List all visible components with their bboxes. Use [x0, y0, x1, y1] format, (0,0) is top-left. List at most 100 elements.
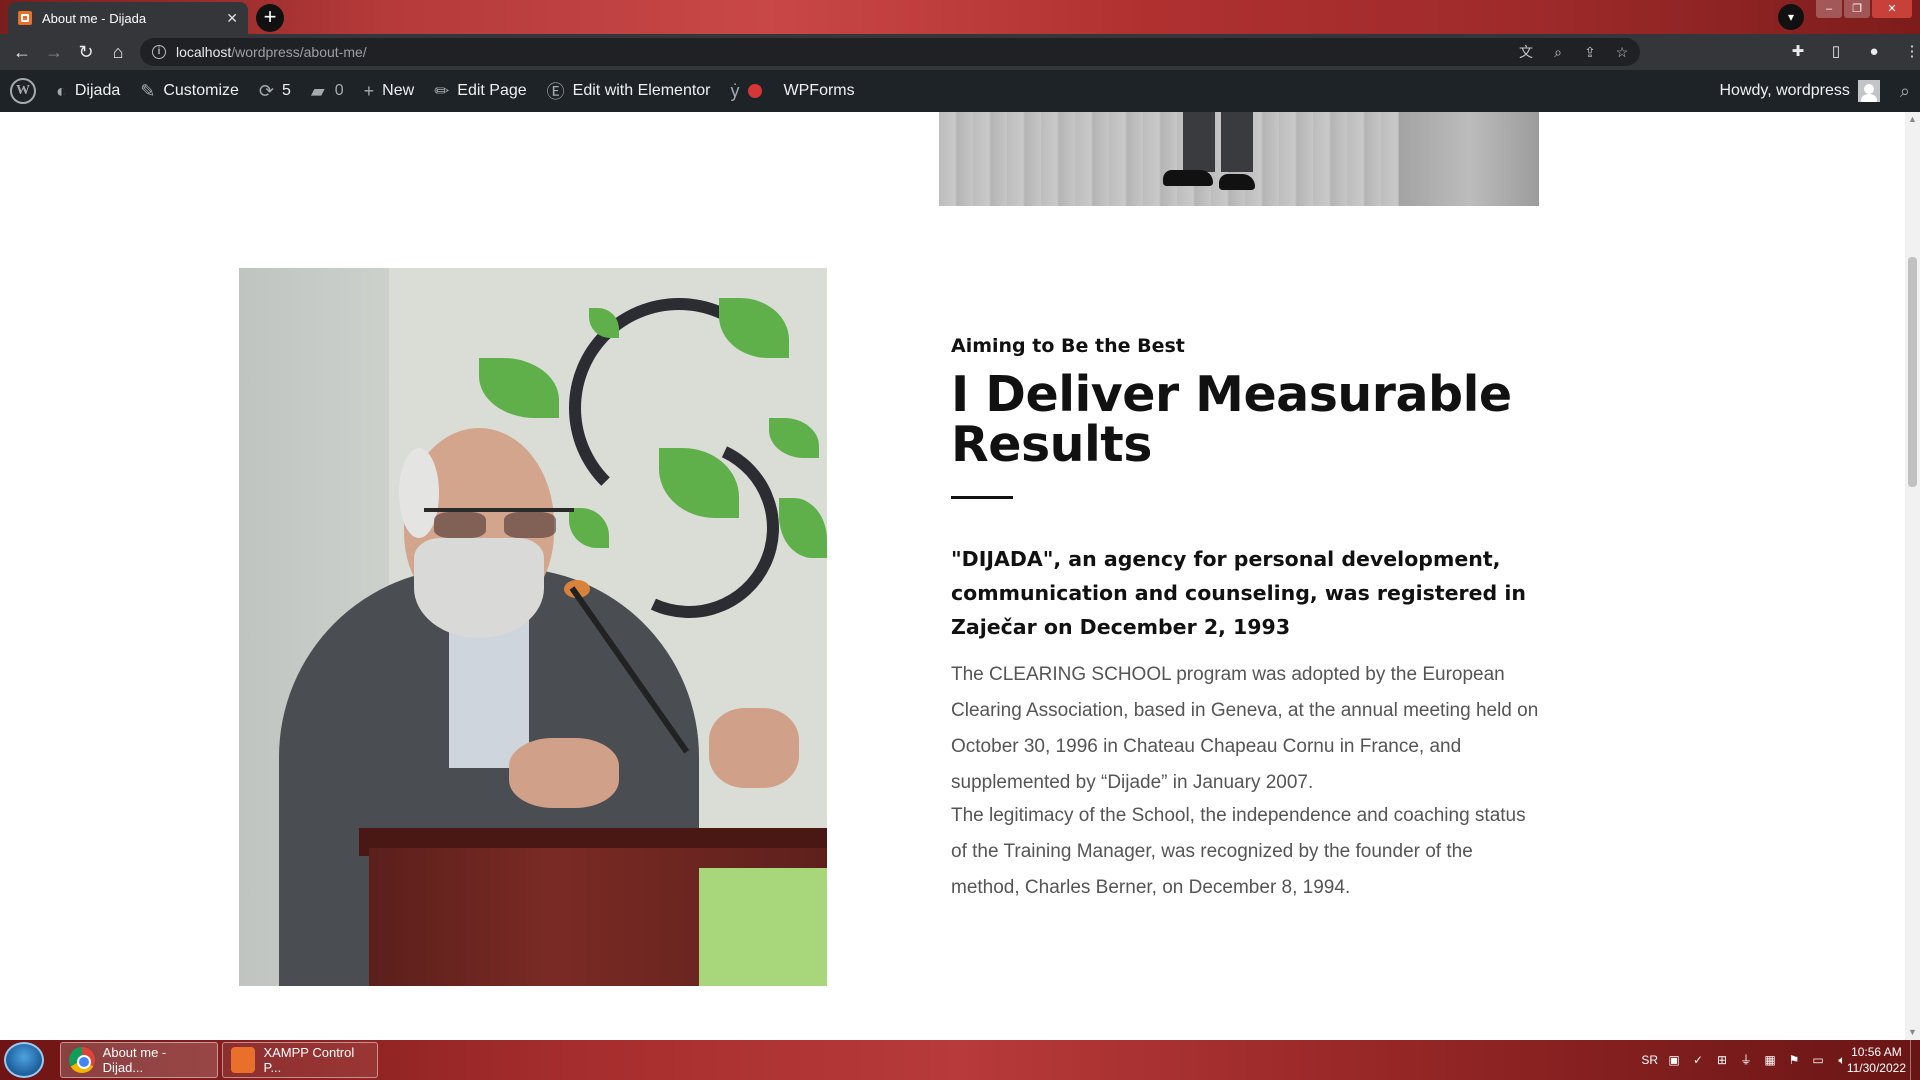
- start-button[interactable]: [4, 1042, 44, 1078]
- side-panel-icon[interactable]: ▯: [1824, 40, 1848, 64]
- scroll-down-icon[interactable]: ▼: [1905, 1025, 1920, 1040]
- photo-hand-right: [709, 708, 799, 788]
- photo-leg-left: [1183, 112, 1215, 172]
- new-tab-button[interactable]: +: [256, 4, 284, 32]
- scroll-up-icon[interactable]: ▲: [1905, 112, 1920, 127]
- browser-toolbar: ← → ↻ ⌂ i localhost /wordpress/about-me/…: [0, 34, 1920, 70]
- minimize-icon[interactable]: –: [1816, 0, 1842, 18]
- shield-tray-icon[interactable]: ✓: [1690, 1052, 1706, 1068]
- profile-icon[interactable]: ●: [1862, 40, 1886, 64]
- home-icon[interactable]: ⌂: [106, 40, 130, 64]
- wp-admin-bar: W ◐ Dijada ✎ Customize ⟳ 5 ▰ 0 + New ✏ E…: [0, 70, 1920, 112]
- xampp-favicon-icon: [18, 11, 32, 25]
- photo-beard: [414, 538, 544, 638]
- taskbar-clock[interactable]: 10:56 AM 11/30/2022: [1847, 1044, 1906, 1076]
- bookmark-star-icon[interactable]: ☆: [1612, 42, 1632, 62]
- network-tray-icon[interactable]: ⊞: [1714, 1052, 1730, 1068]
- share-icon[interactable]: ⇪: [1580, 42, 1600, 62]
- edit-elementor-link[interactable]: Ⓔ Edit with Elementor: [537, 70, 721, 112]
- site-info-icon[interactable]: i: [152, 45, 166, 59]
- seo-status-dot: [747, 84, 762, 98]
- page-viewport: Aiming to Be the Best I Deliver Measurab…: [0, 112, 1905, 1040]
- customize-link[interactable]: ✎ Customize: [130, 70, 249, 112]
- previous-section-photo: [939, 112, 1539, 206]
- account-menu[interactable]: Howdy, wordpress: [1709, 70, 1889, 112]
- edit-page-link[interactable]: ✏ Edit Page: [424, 70, 536, 112]
- show-desktop-button[interactable]: [1910, 1040, 1920, 1080]
- usb-tray-icon[interactable]: ⏚: [1738, 1052, 1754, 1068]
- yoast-icon: ẏ: [730, 80, 740, 101]
- plus-icon: +: [363, 80, 375, 101]
- scroll-thumb[interactable]: [1908, 257, 1917, 487]
- browser-tab-active[interactable]: About me - Dijada ✕: [8, 2, 248, 34]
- restore-icon[interactable]: ❐: [1844, 0, 1870, 18]
- refresh-icon: ⟳: [258, 80, 274, 101]
- photo-green-panel: [699, 868, 827, 986]
- photo-hand-left: [509, 738, 619, 808]
- new-label: New: [382, 82, 415, 99]
- wordpress-logo-icon: W: [10, 78, 36, 104]
- wpforms-label: WPForms: [783, 82, 855, 99]
- edit-page-label: Edit Page: [457, 82, 527, 99]
- photo-lens-right: [504, 512, 556, 538]
- admin-search[interactable]: ⌕: [1890, 70, 1920, 112]
- taskbar-xampp-button[interactable]: XAMPP Control P...: [222, 1042, 378, 1078]
- display-tray-icon[interactable]: ▦: [1762, 1052, 1778, 1068]
- xampp-icon: [231, 1047, 256, 1073]
- section-eyebrow: Aiming to Be the Best: [951, 335, 1185, 357]
- brush-icon: ✎: [140, 80, 156, 101]
- comment-icon: ▰: [310, 80, 325, 101]
- xampp-tray-icon[interactable]: ▣: [1666, 1052, 1682, 1068]
- heading-divider: [951, 496, 1013, 499]
- taskbar-xampp-label: XAMPP Control P...: [263, 1045, 355, 1075]
- customize-label: Customize: [163, 82, 239, 99]
- photo-shoe-left: [1163, 170, 1213, 186]
- clock-time: 10:56 AM: [1851, 1045, 1902, 1059]
- photo-lens-left: [434, 512, 486, 538]
- comments-link[interactable]: ▰ 0: [301, 70, 354, 112]
- tab-search-button[interactable]: ▾: [1778, 4, 1804, 30]
- admin-bar-right: Howdy, wordpress ⌕: [1709, 70, 1920, 112]
- flag-tray-icon[interactable]: ⚑: [1786, 1052, 1802, 1068]
- comments-count: 0: [334, 82, 344, 99]
- monitor-tray-icon[interactable]: ▭: [1810, 1052, 1826, 1068]
- page-scrollbar[interactable]: ▲ ▼: [1905, 112, 1920, 1040]
- browser-tab-strip: About me - Dijada ✕ + ▾ – ❐ ✕: [0, 0, 1920, 34]
- wpforms-menu[interactable]: WPForms: [784, 70, 865, 112]
- elementor-icon: Ⓔ: [546, 82, 565, 102]
- photo-leg-right: [1221, 112, 1253, 172]
- window-close-icon[interactable]: ✕: [1872, 0, 1912, 18]
- body-paragraph-1: The CLEARING SCHOOL program was adopted …: [951, 664, 1539, 793]
- extensions-icon[interactable]: ✚: [1786, 40, 1810, 64]
- chrome-icon: [69, 1047, 95, 1073]
- pencil-icon: ✏: [434, 80, 450, 101]
- back-arrow-icon[interactable]: ←: [10, 40, 34, 64]
- updates-count: 5: [282, 82, 291, 99]
- taskbar-chrome-label: About me - Dijad...: [102, 1045, 167, 1075]
- forward-arrow-icon[interactable]: →: [42, 40, 66, 64]
- window-controls: – ❐ ✕: [1816, 0, 1912, 18]
- search-icon: ⌕: [1899, 80, 1910, 101]
- updates-link[interactable]: ⟳ 5: [249, 70, 301, 112]
- photo-glasses: [424, 508, 574, 538]
- menu-kebab-icon[interactable]: ⋮: [1900, 40, 1920, 64]
- zoom-icon[interactable]: ⌕: [1548, 42, 1568, 62]
- edit-elementor-label: Edit with Elementor: [572, 82, 711, 99]
- url-host: localhost: [176, 44, 232, 60]
- wp-logo-menu[interactable]: W: [0, 70, 46, 112]
- taskbar-chrome-button[interactable]: About me - Dijad...: [60, 1042, 218, 1078]
- reload-icon[interactable]: ↻: [74, 40, 98, 64]
- clock-date: 11/30/2022: [1846, 1061, 1906, 1075]
- new-content-menu[interactable]: + New: [354, 70, 425, 112]
- close-tab-icon[interactable]: ✕: [226, 10, 238, 27]
- site-name-menu[interactable]: ◐ Dijada: [46, 70, 130, 112]
- language-indicator[interactable]: SR: [1641, 1053, 1658, 1067]
- system-tray: SR ▣ ✓ ⊞ ⏚ ▦ ⚑ ▭ 🔈︎: [1641, 1040, 1850, 1080]
- yoast-seo-menu[interactable]: ẏ: [721, 70, 784, 112]
- avatar: [1857, 80, 1880, 102]
- translate-icon[interactable]: 文: [1516, 42, 1536, 62]
- site-name: Dijada: [74, 82, 121, 99]
- dashboard-icon: ◐: [56, 80, 67, 101]
- photo-shoe-right: [1219, 174, 1255, 190]
- address-bar[interactable]: i localhost /wordpress/about-me/ 文 ⌕ ⇪ ☆: [140, 38, 1640, 66]
